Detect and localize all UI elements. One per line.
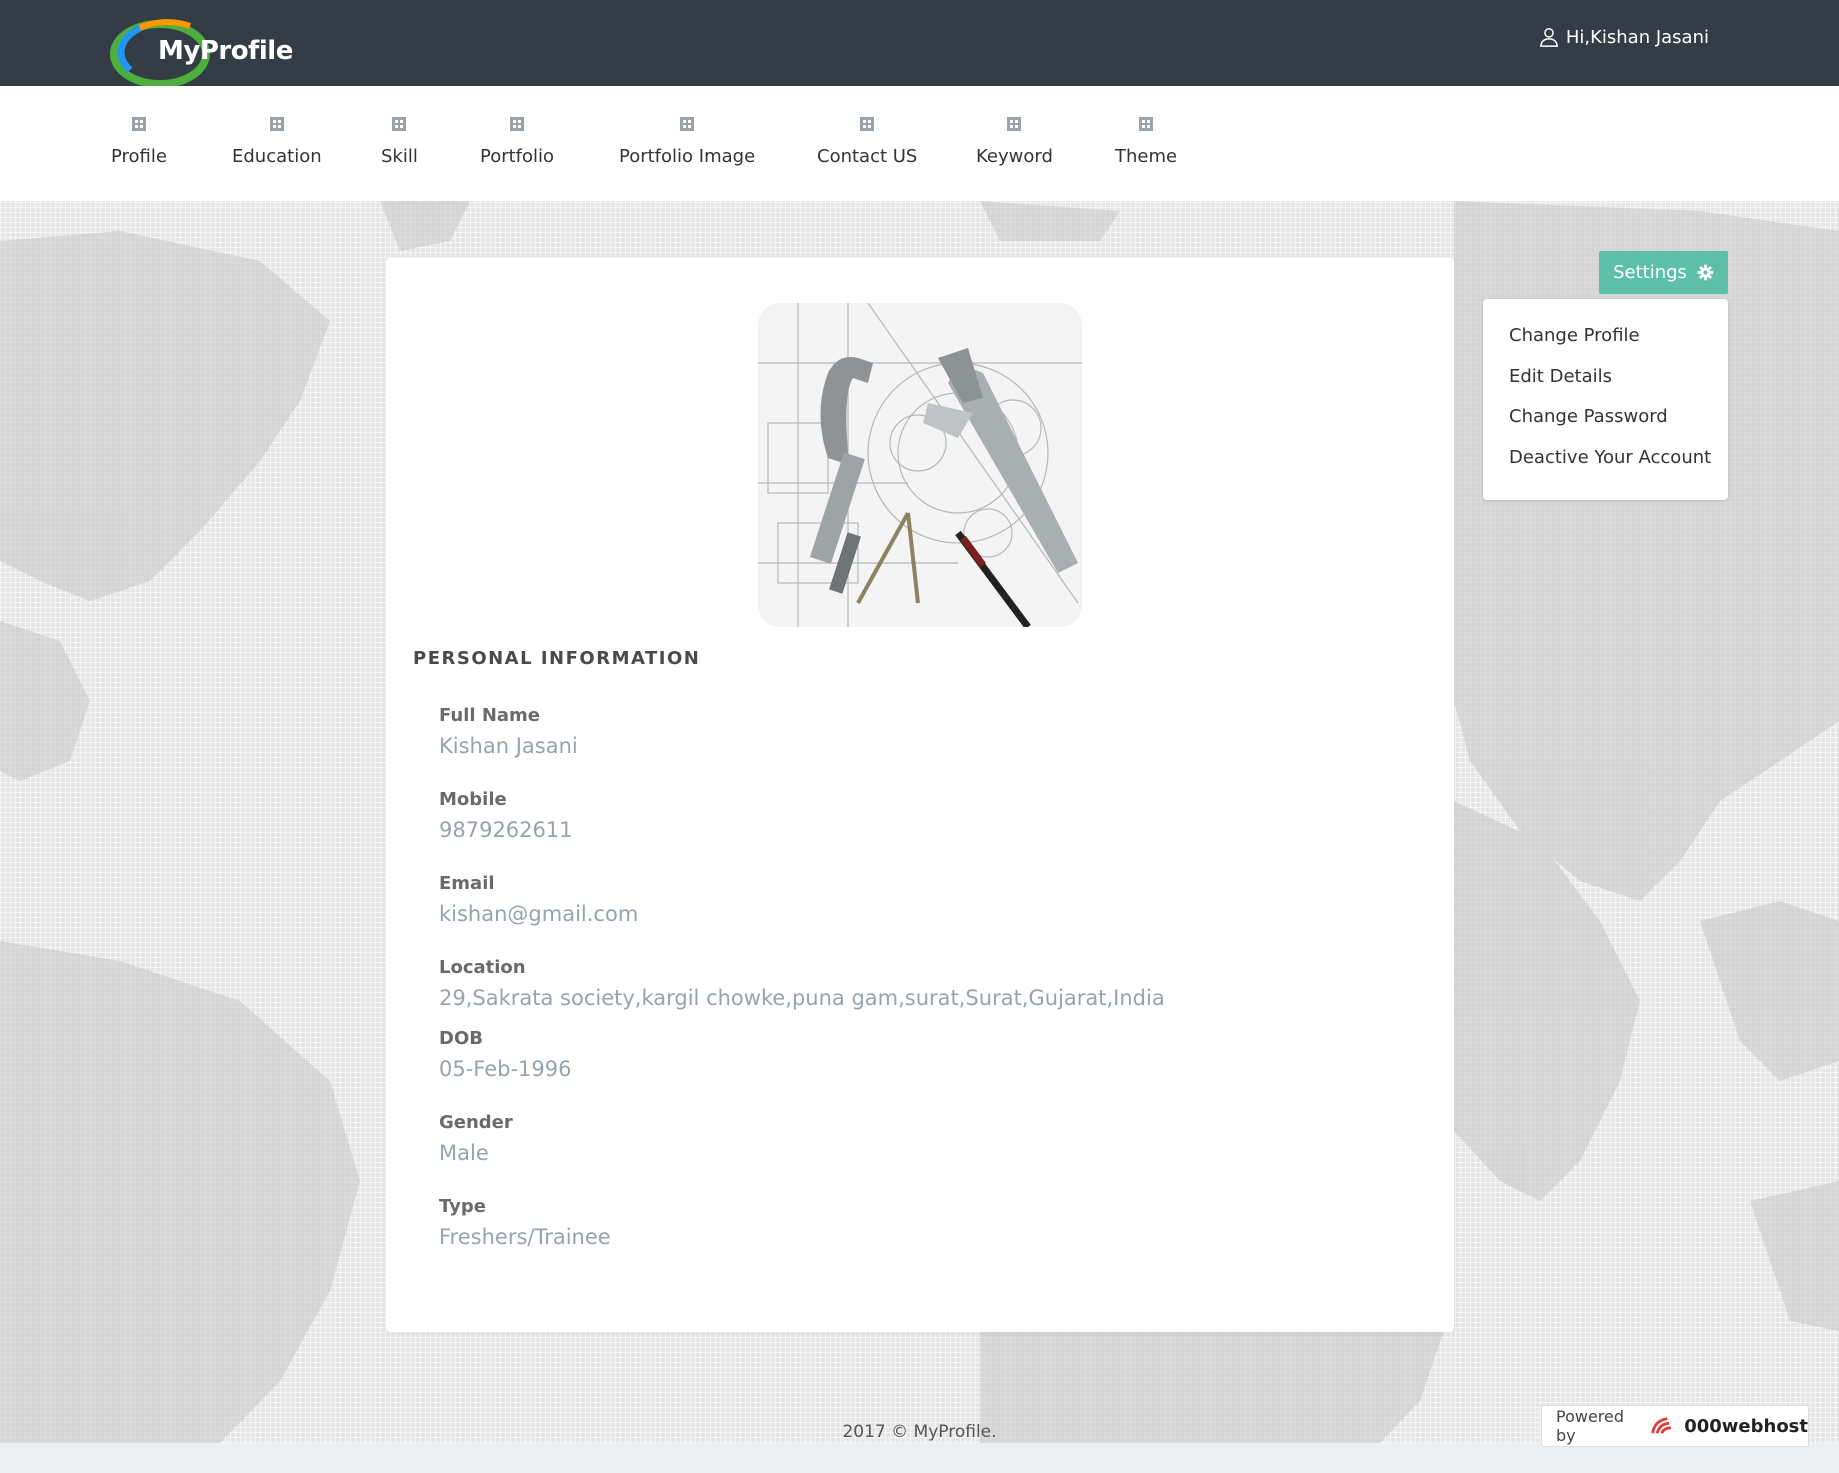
nav-item-keyword[interactable]: Keyword	[976, 86, 1053, 201]
profile-card: PERSONAL INFORMATION Full Name Kishan Ja…	[386, 258, 1454, 1332]
field-value: kishan@gmail.com	[439, 902, 639, 926]
field-value: 9879262611	[439, 818, 573, 842]
plus-square-icon	[131, 117, 146, 131]
field-dob: DOB 05-Feb-1996	[439, 1028, 572, 1081]
nav-item-portfolio[interactable]: Portfolio	[480, 86, 554, 201]
field-label: Type	[439, 1196, 486, 1217]
field-location: Location 29,Sakrata society,kargil chowk…	[439, 957, 1165, 1010]
field-email: Email kishan@gmail.com	[439, 873, 638, 926]
plus-square-icon	[392, 117, 407, 131]
plus-square-icon	[269, 117, 284, 131]
bottom-strip	[0, 1443, 1839, 1473]
nav-item-theme[interactable]: Theme	[1115, 86, 1177, 201]
main-nav: Profile Education Skill Portfolio Portfo…	[0, 86, 1839, 201]
field-full-name: Full Name Kishan Jasani	[439, 705, 578, 758]
plus-square-icon	[1007, 117, 1022, 131]
menu-item-change-profile[interactable]: Change Profile	[1509, 325, 1640, 346]
powered-by-badge[interactable]: Powered by 000webhost	[1541, 1405, 1809, 1447]
profile-image-drawing-tools	[758, 303, 1082, 627]
webhost-logo-icon	[1651, 1417, 1671, 1434]
nav-label: Portfolio	[480, 146, 555, 167]
nav-label: Contact US	[817, 146, 918, 167]
profile-photo[interactable]	[758, 303, 1082, 627]
plus-square-icon	[860, 117, 875, 131]
nav-label: Theme	[1115, 146, 1178, 167]
field-value: Male	[439, 1141, 489, 1165]
nav-item-contact-us[interactable]: Contact US	[817, 86, 917, 201]
nav-item-education[interactable]: Education	[232, 86, 322, 201]
nav-label: Portfolio Image	[619, 146, 756, 167]
user-name: Hi,Kishan Jasani	[1565, 26, 1709, 48]
user-greeting[interactable]: Hi,Kishan Jasani	[1538, 26, 1709, 48]
field-label: Full Name	[439, 705, 540, 726]
settings-button[interactable]: Settings	[1599, 251, 1728, 294]
nav-item-skill[interactable]: Skill	[381, 86, 418, 201]
field-mobile: Mobile 9879262611	[439, 789, 573, 842]
nav-label: Profile	[111, 146, 167, 167]
field-label: Location	[439, 957, 526, 978]
powered-by-label: Powered by	[1556, 1407, 1625, 1445]
nav-item-profile[interactable]: Profile	[111, 86, 167, 201]
field-label: Email	[439, 873, 495, 894]
nav-label: Education	[232, 146, 322, 167]
top-bar: MyProfile Hi,Kishan Jasani	[0, 0, 1839, 86]
field-label: Mobile	[439, 789, 507, 810]
field-value: Kishan Jasani	[439, 734, 578, 758]
webhost-name: 000webhost	[1684, 1415, 1808, 1437]
nav-item-portfolio-image[interactable]: Portfolio Image	[619, 86, 755, 201]
menu-item-edit-details[interactable]: Edit Details	[1509, 366, 1612, 387]
plus-square-icon	[510, 117, 525, 131]
field-value: 05-Feb-1996	[439, 1057, 572, 1081]
nav-label: Keyword	[976, 146, 1053, 167]
plus-square-icon	[680, 117, 695, 131]
logo[interactable]: MyProfile	[110, 18, 310, 86]
field-type: Type Freshers/Trainee	[439, 1196, 611, 1249]
logo-text: MyProfile	[158, 36, 293, 66]
menu-item-deactivate-account[interactable]: Deactive Your Account	[1509, 447, 1711, 468]
user-icon	[1539, 28, 1558, 47]
field-label: Gender	[439, 1112, 513, 1133]
nav-label: Skill	[381, 146, 418, 167]
plus-square-icon	[1139, 117, 1154, 131]
field-value: 29,Sakrata society,kargil chowke,puna ga…	[439, 986, 1165, 1010]
settings-menu: Change Profile Edit Details Change Passw…	[1483, 299, 1728, 500]
gear-icon	[1697, 264, 1714, 281]
field-label: DOB	[439, 1028, 483, 1049]
field-value: Freshers/Trainee	[439, 1225, 611, 1249]
settings-label: Settings	[1613, 262, 1687, 283]
field-gender: Gender Male	[439, 1112, 513, 1165]
menu-item-change-password[interactable]: Change Password	[1509, 406, 1668, 427]
section-title: PERSONAL INFORMATION	[413, 648, 701, 669]
